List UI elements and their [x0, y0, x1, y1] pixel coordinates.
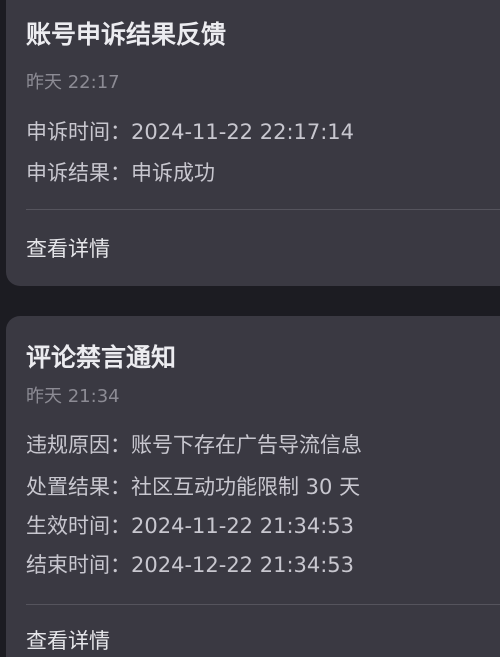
- card-divider: [26, 209, 500, 210]
- card-divider: [26, 604, 500, 605]
- detail-label: 申诉结果：: [26, 161, 131, 185]
- card-title: 账号申诉结果反馈: [26, 20, 227, 49]
- detail-row-penalty-result: 处置结果：社区互动功能限制 30 天: [26, 471, 360, 501]
- detail-row-violation-reason: 违规原因：账号下存在广告导流信息: [26, 429, 362, 459]
- detail-row-end-time: 结束时间：2024-12-22 21:34:53: [26, 549, 354, 579]
- notification-list: 账号申诉结果反馈 昨天 22:17 申诉时间：2024-11-22 22:17:…: [0, 0, 500, 657]
- card-timestamp: 昨天 21:34: [26, 386, 120, 407]
- detail-value: 2024-11-22 22:17:14: [131, 120, 355, 144]
- card-title: 评论禁言通知: [26, 343, 177, 372]
- detail-label: 处置结果：: [26, 475, 131, 499]
- notification-card-appeal-result: 账号申诉结果反馈 昨天 22:17 申诉时间：2024-11-22 22:17:…: [6, 0, 500, 286]
- detail-value: 社区互动功能限制 30 天: [131, 475, 361, 499]
- detail-value: 账号下存在广告导流信息: [131, 433, 362, 457]
- detail-row-appeal-time: 申诉时间：2024-11-22 22:17:14: [26, 116, 354, 146]
- notification-card-comment-ban: 评论禁言通知 昨天 21:34 违规原因：账号下存在广告导流信息 处置结果：社区…: [6, 316, 500, 657]
- detail-row-appeal-result: 申诉结果：申诉成功: [26, 157, 215, 187]
- detail-label: 生效时间：: [26, 514, 131, 538]
- view-details-button[interactable]: 查看详情: [26, 625, 110, 655]
- detail-row-effective-time: 生效时间：2024-11-22 21:34:53: [26, 510, 354, 540]
- detail-label: 结束时间：: [26, 553, 131, 577]
- detail-label: 违规原因：: [26, 433, 131, 457]
- view-details-button[interactable]: 查看详情: [26, 233, 110, 263]
- detail-value: 申诉成功: [131, 161, 215, 185]
- card-timestamp: 昨天 22:17: [26, 72, 120, 93]
- detail-label: 申诉时间：: [26, 120, 131, 144]
- detail-value: 2024-12-22 21:34:53: [131, 553, 355, 577]
- detail-value: 2024-11-22 21:34:53: [131, 514, 355, 538]
